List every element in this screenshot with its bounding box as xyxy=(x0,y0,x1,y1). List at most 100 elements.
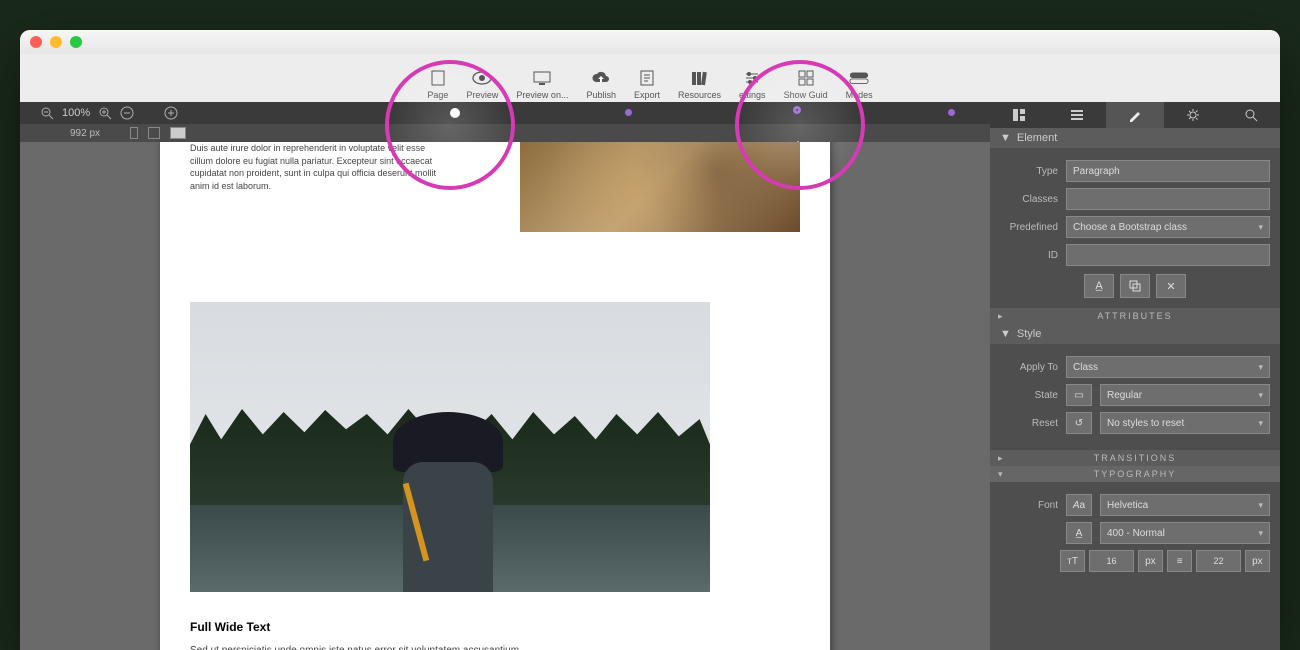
settings-label: ettings xyxy=(739,90,766,100)
resources-button[interactable]: Resources xyxy=(678,68,721,100)
delete-button[interactable]: ✕ xyxy=(1156,274,1186,298)
main-toolbar: Page Preview Preview on... Publish Expor… xyxy=(20,54,1280,102)
predefined-label: Predefined xyxy=(1000,222,1058,233)
desktop-icon[interactable] xyxy=(170,127,186,139)
sliders-icon xyxy=(742,68,762,88)
titlebar xyxy=(20,30,1280,54)
element-section-header[interactable]: ▼ Element xyxy=(990,128,1280,148)
inspector-panel: ▼ Element Type Paragraph Classes Predefin… xyxy=(990,102,1280,650)
reset-icon[interactable]: ↺ xyxy=(1066,412,1092,434)
phone-icon[interactable] xyxy=(130,127,138,139)
resources-label: Resources xyxy=(678,90,721,100)
breakpoint-marker-sm[interactable] xyxy=(625,109,632,116)
page-icon xyxy=(428,68,448,88)
page-label: Page xyxy=(427,90,448,100)
fontsize-icon: тT xyxy=(1060,550,1085,572)
font-label: Font xyxy=(1000,500,1058,511)
zoom-plus-icon[interactable] xyxy=(164,106,178,120)
fontsize-unit[interactable]: px xyxy=(1138,550,1163,572)
zoom-minus-icon[interactable] xyxy=(120,106,134,120)
style-section-header[interactable]: ▼ Style xyxy=(990,324,1280,344)
modes-label: Modes xyxy=(846,90,873,100)
tab-list[interactable] xyxy=(1048,102,1106,128)
weight-icon: A̲ xyxy=(1066,522,1092,544)
predefined-select[interactable]: Choose a Bootstrap class xyxy=(1066,216,1270,238)
device-icons xyxy=(130,127,186,139)
breakpoint-marker-lg[interactable] xyxy=(948,109,955,116)
breakpoint-marker-md-active[interactable] xyxy=(793,106,801,114)
style-section: ▼ Style Apply To Class State ▭ Regular Rese… xyxy=(990,324,1280,450)
tablet-icon[interactable] xyxy=(148,127,160,139)
image-jacket[interactable] xyxy=(520,142,800,232)
reset-select[interactable]: No styles to reset xyxy=(1100,412,1270,434)
monitor-icon xyxy=(532,68,552,88)
preview-label: Preview xyxy=(466,90,498,100)
attributes-strip[interactable]: ▸ATTRIBUTES xyxy=(990,308,1280,324)
zoom-out-icon[interactable] xyxy=(40,106,54,120)
duplicate-button[interactable] xyxy=(1120,274,1150,298)
page-document[interactable]: Duis aute irure dolor in reprehenderit i… xyxy=(160,142,830,650)
type-field[interactable]: Paragraph xyxy=(1066,160,1270,182)
transitions-strip[interactable]: ▸TRANSITIONS xyxy=(990,450,1280,466)
lineheight-unit[interactable]: px xyxy=(1245,550,1270,572)
weight-select[interactable]: 400 - Normal xyxy=(1100,522,1270,544)
zoom-level: 100% xyxy=(62,107,90,119)
eye-icon xyxy=(472,68,492,88)
tab-layout[interactable] xyxy=(990,102,1048,128)
applyto-label: Apply To xyxy=(1000,362,1058,373)
preview-button[interactable]: Preview xyxy=(466,68,498,100)
applyto-select[interactable]: Class xyxy=(1066,356,1270,378)
lorem-paragraph[interactable]: Duis aute irure dolor in reprehenderit i… xyxy=(190,142,440,192)
fontsize-field[interactable]: 16 xyxy=(1089,550,1134,572)
breakpoint-marker-xs[interactable] xyxy=(450,108,460,118)
window-zoom-button[interactable] xyxy=(70,36,82,48)
tab-settings[interactable] xyxy=(1164,102,1222,128)
cloud-up-icon xyxy=(591,68,611,88)
toggle-icon xyxy=(849,68,869,88)
id-field[interactable] xyxy=(1066,244,1270,266)
type-label: Type xyxy=(1000,166,1058,177)
modes-button[interactable]: Modes xyxy=(846,68,873,100)
state-label: State xyxy=(1000,390,1058,401)
canvas-width-label: 992 px xyxy=(70,128,100,139)
tab-style[interactable] xyxy=(1106,102,1164,128)
publish-label: Publish xyxy=(586,90,616,100)
reset-label: Reset xyxy=(1000,418,1058,429)
grid-icon xyxy=(796,68,816,88)
settings-button[interactable]: ettings xyxy=(739,68,766,100)
font-icon: Aa xyxy=(1066,494,1092,516)
export-icon xyxy=(637,68,657,88)
canvas[interactable]: Duis aute irure dolor in reprehenderit i… xyxy=(20,142,990,650)
font-select[interactable]: Helvetica xyxy=(1100,494,1270,516)
element-section: ▼ Element Type Paragraph Classes Predefin… xyxy=(990,128,1280,308)
state-icon[interactable]: ▭ xyxy=(1066,384,1092,406)
export-label: Export xyxy=(634,90,660,100)
preview-on-label: Preview on... xyxy=(516,90,568,100)
window-minimize-button[interactable] xyxy=(50,36,62,48)
text-style-button[interactable]: A̲ xyxy=(1084,274,1114,298)
state-select[interactable]: Regular xyxy=(1100,384,1270,406)
lineheight-icon: ≡ xyxy=(1167,550,1192,572)
books-icon xyxy=(690,68,710,88)
image-forest-person[interactable] xyxy=(190,302,710,592)
window-close-button[interactable] xyxy=(30,36,42,48)
classes-label: Classes xyxy=(1000,194,1058,205)
publish-button[interactable]: Publish xyxy=(586,68,616,100)
zoom-controls: 100% xyxy=(40,106,178,120)
page-menu-button[interactable]: Page xyxy=(427,68,448,100)
preview-on-button[interactable]: Preview on... xyxy=(516,68,568,100)
tab-search[interactable] xyxy=(1222,102,1280,128)
zoom-in-icon[interactable] xyxy=(98,106,112,120)
export-button[interactable]: Export xyxy=(634,68,660,100)
lineheight-field[interactable]: 22 xyxy=(1196,550,1241,572)
show-guides-label: Show Guid xyxy=(784,90,828,100)
typography-strip[interactable]: ▾TYPOGRAPHY xyxy=(990,466,1280,482)
id-label: ID xyxy=(1000,250,1058,261)
section-heading[interactable]: Full Wide Text xyxy=(190,620,800,634)
app-window: Page Preview Preview on... Publish Expor… xyxy=(20,30,1280,650)
show-guides-button[interactable]: Show Guid xyxy=(784,68,828,100)
typography-body: FontAaHelvetica A̲400 - Normal тT 16 px … xyxy=(990,482,1280,582)
body-paragraph[interactable]: Sed ut perspiciatis unde omnis iste natu… xyxy=(190,644,530,650)
panel-tabs xyxy=(990,102,1280,128)
classes-field[interactable] xyxy=(1066,188,1270,210)
